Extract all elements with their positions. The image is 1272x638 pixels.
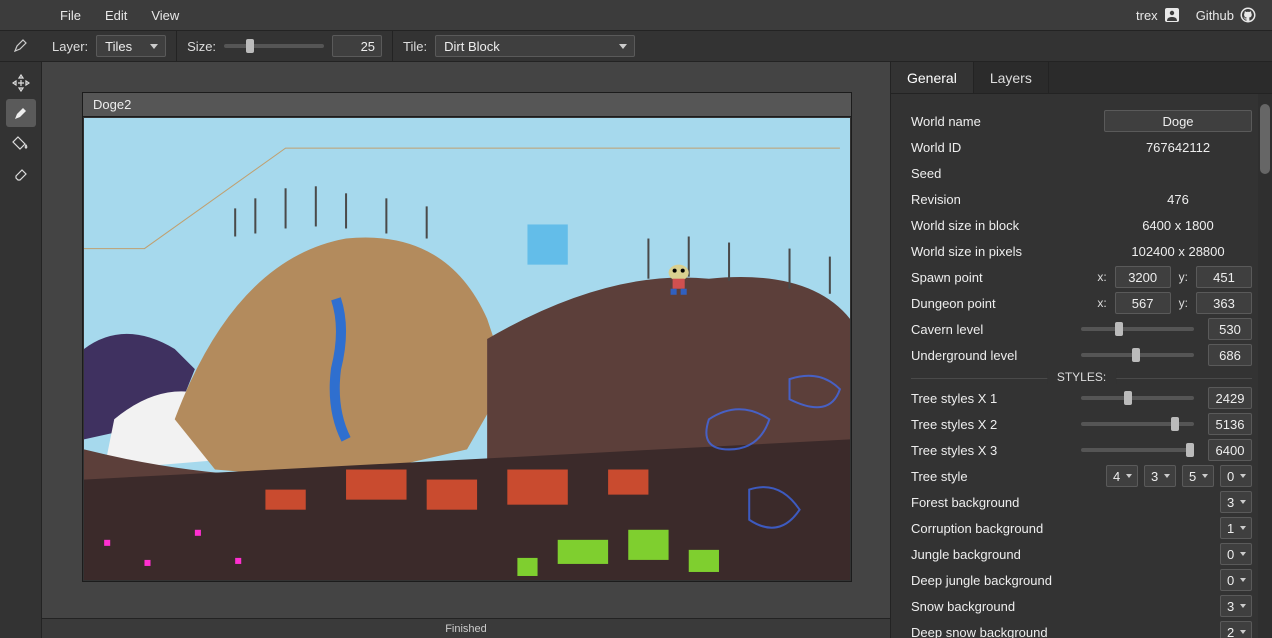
canvas[interactable] [83, 117, 851, 581]
forest-bg-select[interactable]: 3 [1220, 491, 1252, 513]
layer-label: Layer: [52, 39, 88, 54]
world-id-label: World ID [911, 140, 1081, 155]
panel-tabs: General Layers [891, 62, 1272, 94]
canvas-titlebar[interactable]: Doge2 [83, 93, 851, 117]
spawn-x-input[interactable]: 3200 [1115, 266, 1171, 288]
revision-label: Revision [911, 192, 1081, 207]
world-name-label: World name [911, 114, 1081, 129]
brush-indicator-icon [12, 36, 30, 57]
brand-label: trex [1136, 8, 1158, 23]
forest-bg-label: Forest background [911, 495, 1081, 510]
github-link[interactable]: Github [1196, 7, 1256, 23]
size-pixels-label: World size in pixels [911, 244, 1081, 259]
world-id-value: 767642112 [1104, 140, 1252, 155]
tree-x2-input[interactable]: 5136 [1208, 413, 1252, 435]
tree-x3-slider[interactable] [1081, 448, 1194, 452]
tree-x2-slider[interactable] [1081, 422, 1194, 426]
deep-jungle-bg-label: Deep jungle background [911, 573, 1081, 588]
menu-view[interactable]: View [139, 2, 191, 29]
size-slider-thumb[interactable] [246, 39, 254, 53]
underground-input[interactable]: 686 [1208, 344, 1252, 366]
tree-x1-slider[interactable] [1081, 396, 1194, 400]
cavern-label: Cavern level [911, 322, 1081, 337]
underground-slider[interactable] [1081, 353, 1194, 357]
tree-style-a[interactable]: 4 [1106, 465, 1138, 487]
canvas-window: Doge2 [82, 92, 852, 582]
tab-general[interactable]: General [891, 62, 974, 93]
snow-bg-label: Snow background [911, 599, 1081, 614]
deep-jungle-bg-select[interactable]: 0 [1220, 569, 1252, 591]
tree-style-b[interactable]: 3 [1144, 465, 1176, 487]
dungeon-x-input[interactable]: 567 [1115, 292, 1171, 314]
eraser-tool[interactable] [6, 159, 36, 187]
cavern-slider[interactable] [1081, 327, 1194, 331]
size-input[interactable]: 25 [332, 35, 382, 57]
tab-layers[interactable]: Layers [974, 62, 1049, 93]
layer-select[interactable]: Tiles [96, 35, 166, 57]
deep-snow-bg-label: Deep snow background [911, 625, 1081, 638]
jungle-bg-label: Jungle background [911, 547, 1081, 562]
panel-scrollbar-thumb[interactable] [1260, 104, 1270, 174]
tree-style-label: Tree style [911, 469, 1081, 484]
menubar: File Edit View trex Github [0, 0, 1272, 30]
tree-x2-label: Tree styles X 2 [911, 417, 1081, 432]
menu-file[interactable]: File [48, 2, 93, 29]
revision-value: 476 [1104, 192, 1252, 207]
canvas-title: Doge2 [93, 97, 131, 112]
toolbar: Layer: Tiles Size: 25 Tile: Dirt Block [0, 30, 1272, 62]
snow-bg-select[interactable]: 3 [1220, 595, 1252, 617]
tile-label: Tile: [403, 39, 427, 54]
pencil-tool[interactable] [6, 99, 36, 127]
github-icon [1240, 7, 1256, 23]
size-block-value: 6400 x 1800 [1104, 218, 1252, 233]
jungle-bg-select[interactable]: 0 [1220, 543, 1252, 565]
spawn-x-label: x: [1097, 270, 1106, 284]
size-slider[interactable] [224, 44, 324, 48]
panel-scrollbar-track[interactable] [1258, 94, 1272, 638]
tree-x1-input[interactable]: 2429 [1208, 387, 1252, 409]
size-label: Size: [187, 39, 216, 54]
size-block-label: World size in block [911, 218, 1081, 233]
brand-link[interactable]: trex [1136, 7, 1180, 23]
underground-label: Underground level [911, 348, 1081, 363]
dungeon-y-label: y: [1179, 296, 1188, 310]
corruption-bg-select[interactable]: 1 [1220, 517, 1252, 539]
properties-panel: General Layers World name Doge World ID … [890, 62, 1272, 638]
tile-select[interactable]: Dirt Block [435, 35, 635, 57]
dungeon-x-label: x: [1097, 296, 1106, 310]
cavern-input[interactable]: 530 [1208, 318, 1252, 340]
canvas-area: Doge2 [42, 62, 890, 638]
tree-style-d[interactable]: 0 [1220, 465, 1252, 487]
tree-style-c[interactable]: 5 [1182, 465, 1214, 487]
tree-x3-label: Tree styles X 3 [911, 443, 1081, 458]
spawn-y-input[interactable]: 451 [1196, 266, 1252, 288]
github-label: Github [1196, 8, 1234, 23]
menu-edit[interactable]: Edit [93, 2, 139, 29]
tool-palette [0, 62, 42, 638]
dungeon-y-input[interactable]: 363 [1196, 292, 1252, 314]
statusbar: Finished [42, 618, 890, 638]
seed-label: Seed [911, 166, 1081, 181]
world-name-input[interactable]: Doge [1104, 110, 1252, 132]
deep-snow-bg-select[interactable]: 2 [1220, 621, 1252, 638]
bucket-tool[interactable] [6, 129, 36, 157]
status-text: Finished [311, 623, 621, 635]
dungeon-label: Dungeon point [911, 296, 1081, 311]
tree-x3-input[interactable]: 6400 [1208, 439, 1252, 461]
corruption-bg-label: Corruption background [911, 521, 1081, 536]
user-icon [1164, 7, 1180, 23]
tree-x1-label: Tree styles X 1 [911, 391, 1081, 406]
styles-header: STYLES: [1047, 370, 1116, 384]
move-tool[interactable] [6, 69, 36, 97]
spawn-label: Spawn point [911, 270, 1081, 285]
size-pixels-value: 102400 x 28800 [1104, 244, 1252, 259]
spawn-y-label: y: [1179, 270, 1188, 284]
